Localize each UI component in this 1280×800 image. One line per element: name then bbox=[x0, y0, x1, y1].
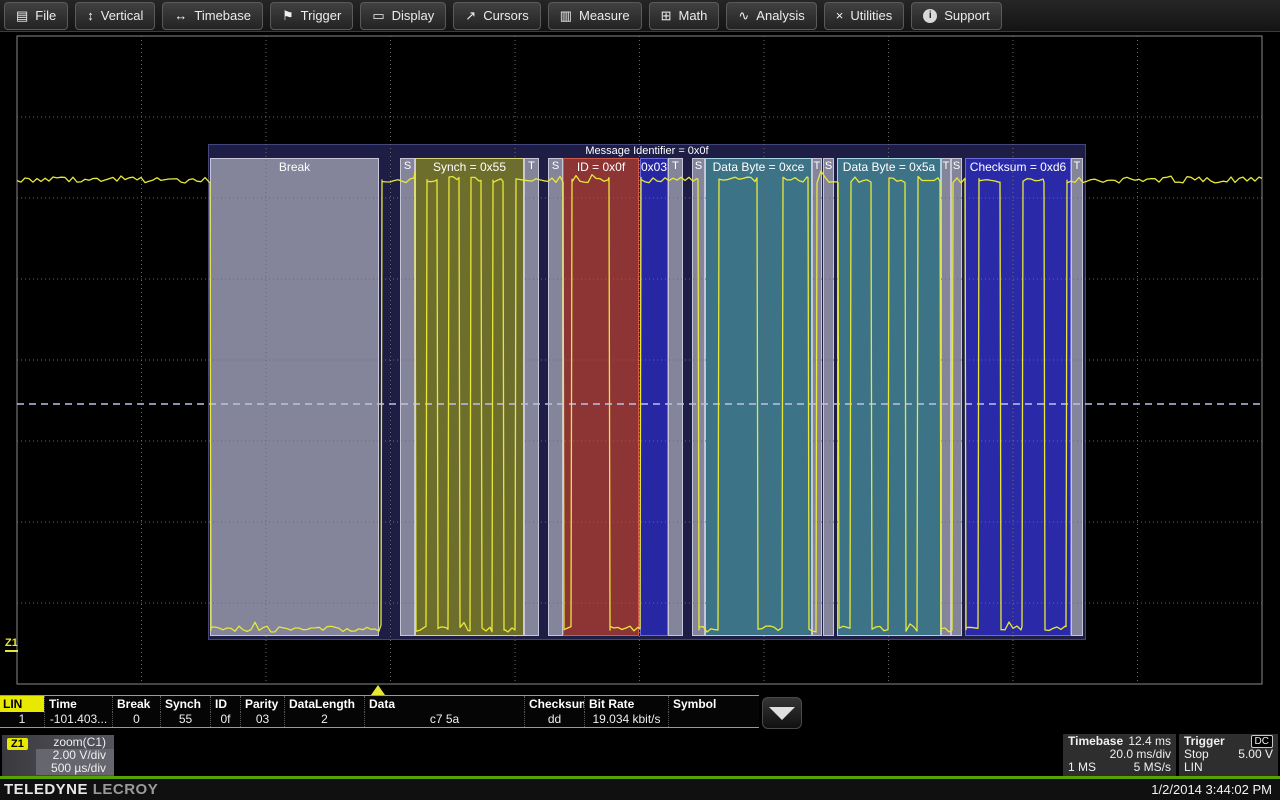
z1-badge: Z1 bbox=[7, 738, 28, 750]
table-header-data: Data bbox=[364, 696, 524, 712]
table-cell-data: c7 5a bbox=[364, 712, 524, 727]
table-cell-parity: 03 bbox=[240, 712, 284, 727]
decode-segment-flag: T bbox=[941, 158, 951, 636]
table-header-bit-rate: Bit Rate bbox=[584, 696, 668, 712]
timebase-descriptor-box[interactable]: Timebase 12.4 ms 20.0 ms/div 1 MS 5 MS/s bbox=[1063, 734, 1176, 777]
menu-label: Measure bbox=[579, 8, 630, 23]
timebase-menu-button[interactable]: ↔ Timebase bbox=[162, 2, 263, 30]
trigger-descriptor-box[interactable]: Trigger DC Stop 5.00 V LIN bbox=[1179, 734, 1278, 777]
table-cell-break: 0 bbox=[112, 712, 160, 727]
table-header-synch: Synch bbox=[160, 696, 210, 712]
decode-segment-flag: S bbox=[692, 158, 705, 636]
table-cell-id: 0f bbox=[210, 712, 240, 727]
table-cell-symbol bbox=[668, 712, 759, 727]
timebase-icon: ↔ bbox=[174, 9, 187, 22]
math-menu-button[interactable]: ⊞ Math bbox=[649, 2, 720, 30]
timebase-rate: 5 MS/s bbox=[1134, 761, 1171, 774]
trigger-position-marker[interactable] bbox=[371, 685, 385, 695]
menu-label: File bbox=[35, 8, 56, 23]
decode-segment-flag: T bbox=[668, 158, 683, 636]
decode-segment-flag: T bbox=[1071, 158, 1083, 636]
menu-bar: ▤ File ↕ Vertical ↔ Timebase ⚑ Trigger ▭ Display ↗… bbox=[0, 0, 1280, 32]
utilities-icon: × bbox=[836, 9, 844, 22]
cursors-icon: ↗ bbox=[465, 9, 476, 22]
decode-segment-parity: 0x03 bbox=[640, 158, 668, 636]
table-header-lin: LIN bbox=[0, 696, 44, 712]
vertical-menu-button[interactable]: ↕ Vertical bbox=[75, 2, 155, 30]
decode-segment-id: ID = 0x0f bbox=[563, 158, 639, 636]
decode-segment-flag: S bbox=[951, 158, 962, 636]
trigger-type: LIN bbox=[1184, 761, 1203, 774]
menu-label: Trigger bbox=[301, 8, 342, 23]
chevron-down-icon bbox=[769, 707, 795, 720]
trigger-level: 5.00 V bbox=[1238, 748, 1273, 761]
menu-label: Vertical bbox=[101, 8, 144, 23]
table-header-time: Time bbox=[44, 696, 112, 712]
trigger-menu-button[interactable]: ⚑ Trigger bbox=[270, 2, 353, 30]
menu-label: Math bbox=[678, 8, 707, 23]
decode-segment-flag: T bbox=[812, 158, 822, 636]
brand-lecroy: LECROY bbox=[93, 781, 159, 798]
table-header-datalength: DataLength bbox=[284, 696, 364, 712]
menu-label: Analysis bbox=[756, 8, 804, 23]
analysis-menu-button[interactable]: ∿ Analysis bbox=[726, 2, 816, 30]
file-menu-button[interactable]: ▤ File bbox=[4, 2, 68, 30]
table-cell-datalength: 2 bbox=[284, 712, 364, 727]
table-header-parity: Parity bbox=[240, 696, 284, 712]
brand-teledyne: TELEDYNE bbox=[4, 781, 88, 798]
menu-label: Utilities bbox=[850, 8, 892, 23]
lin-decode-frame: Message Identifier = 0x0f BreakSSynch = … bbox=[208, 144, 1086, 640]
table-cell-synch: 55 bbox=[160, 712, 210, 727]
zoom-tdiv: 500 µs/div bbox=[36, 762, 114, 775]
support-icon: i bbox=[923, 9, 937, 23]
waveform-display-area: Message Identifier = 0x0f BreakSSynch = … bbox=[0, 32, 1280, 696]
table-cell-bit-rate: 19.034 kbit/s bbox=[584, 712, 668, 727]
measure-menu-button[interactable]: ▥ Measure bbox=[548, 2, 642, 30]
table-header-checksum: Checksum bbox=[524, 696, 584, 712]
brand-logo: TELEDYNE LECROY bbox=[4, 781, 158, 798]
decode-segment-data: Data Byte = 0xce bbox=[705, 158, 812, 636]
decode-segment-flag: S bbox=[400, 158, 415, 636]
analysis-icon: ∿ bbox=[738, 9, 749, 22]
decode-segment-flag: T bbox=[524, 158, 539, 636]
timebase-samples: 1 MS bbox=[1068, 761, 1096, 774]
table-cell-time: -101.403... bbox=[44, 712, 112, 727]
table-header-break: Break bbox=[112, 696, 160, 712]
display-icon: ▭ bbox=[372, 9, 384, 22]
trigger-icon: ⚑ bbox=[282, 9, 294, 22]
decode-message-title: Message Identifier = 0x0f bbox=[209, 145, 1085, 159]
cursors-menu-button[interactable]: ↗ Cursors bbox=[453, 2, 540, 30]
menu-label: Cursors bbox=[483, 8, 529, 23]
measure-icon: ▥ bbox=[560, 9, 572, 22]
menu-label: Display bbox=[392, 8, 435, 23]
status-bar: Z1 zoom(C1) 2.00 V/div 500 µs/div Timeba… bbox=[0, 729, 1280, 776]
decode-segment-checksum: Checksum = 0xd6 bbox=[965, 158, 1071, 636]
zoom-trace-label: Z1 bbox=[5, 637, 18, 652]
menu-label: Timebase bbox=[194, 8, 251, 23]
footer-bar: TELEDYNE LECROY 1/2/2014 3:44:02 PM bbox=[0, 779, 1280, 800]
table-cell-lin: 1 bbox=[0, 712, 44, 727]
menu-label: Support bbox=[944, 8, 990, 23]
decode-segment-synch: Synch = 0x55 bbox=[415, 158, 524, 636]
file-icon: ▤ bbox=[16, 9, 28, 22]
decode-segment-flag: S bbox=[548, 158, 563, 636]
math-icon: ⊞ bbox=[661, 9, 672, 22]
table-header-symbol: Symbol bbox=[668, 696, 759, 712]
table-scroll-down-button[interactable] bbox=[762, 697, 802, 729]
support-menu-button[interactable]: i Support bbox=[911, 2, 1002, 30]
utilities-menu-button[interactable]: × Utilities bbox=[824, 2, 905, 30]
lin-decode-table[interactable]: LIN1Time-101.403...Break0Synch55ID0fPari… bbox=[0, 695, 759, 728]
display-menu-button[interactable]: ▭ Display bbox=[360, 2, 446, 30]
table-header-id: ID bbox=[210, 696, 240, 712]
decode-segment-data: Data Byte = 0x5a bbox=[837, 158, 941, 636]
decode-segment-flag: S bbox=[823, 158, 834, 636]
table-cell-checksum: dd bbox=[524, 712, 584, 727]
decode-segment-break: Break bbox=[210, 158, 379, 636]
vertical-icon: ↕ bbox=[87, 9, 94, 22]
date-time: 1/2/2014 3:44:02 PM bbox=[1151, 782, 1272, 797]
zoom-descriptor-box[interactable]: Z1 zoom(C1) 2.00 V/div 500 µs/div bbox=[2, 735, 114, 777]
